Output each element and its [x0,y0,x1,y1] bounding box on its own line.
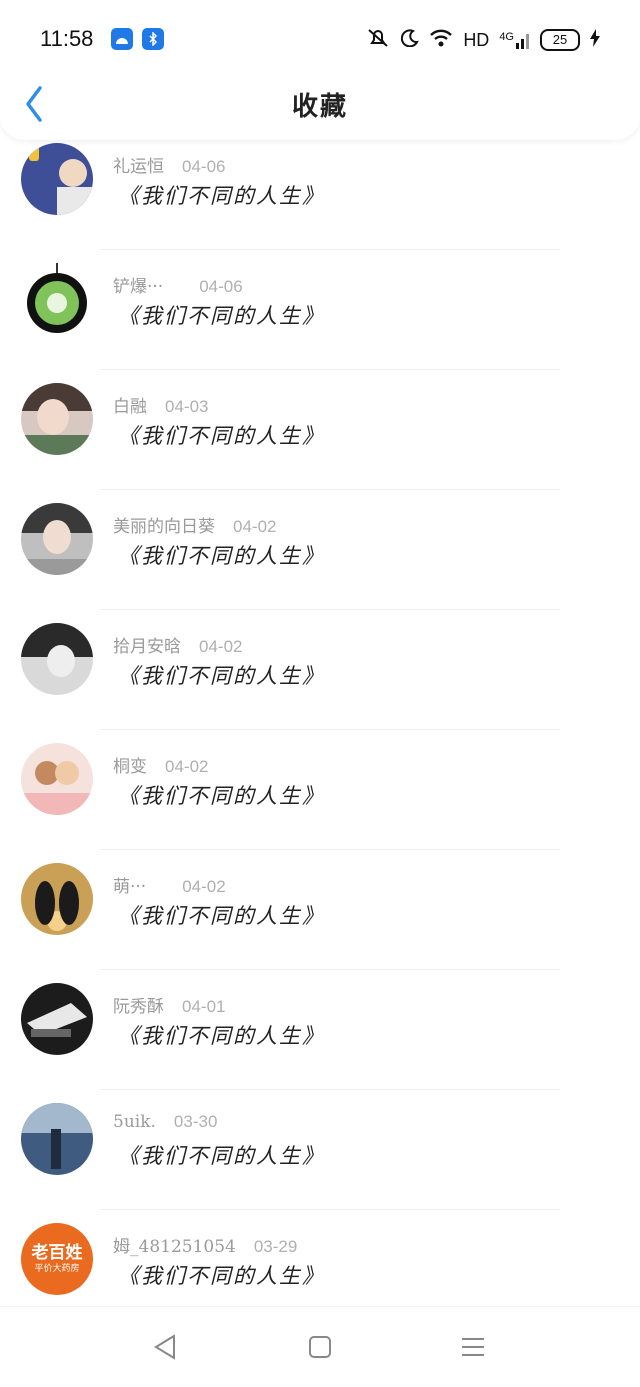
triangle-left-icon [154,1334,175,1360]
list-item[interactable]: 阮秀酥 04-01 《我们不同的人生》 [0,970,640,1090]
avatar[interactable] [21,263,93,335]
bluetooth-app-icon [142,28,164,50]
user-name: 美丽的向日葵 [113,517,215,537]
item-meta: 铲爆··· 04-06 [113,272,243,297]
avatar[interactable] [21,383,93,455]
system-nav-bar [0,1306,640,1387]
battery-icon: 25 [540,29,580,51]
page-title: 收藏 [291,92,348,122]
book-title: 《我们不同的人生》 [118,1024,325,1048]
item-date: 04-01 [182,997,226,1016]
user-name: 拾月安晗 [113,637,181,657]
book-title: 《我们不同的人生》 [118,304,325,328]
avatar[interactable] [21,143,93,215]
avatar[interactable] [21,503,93,575]
item-date: 04-02 [165,757,209,776]
book-title: 《我们不同的人生》 [118,1144,325,1168]
item-meta: 萌··· 04-02 [113,872,226,897]
user-name: 桐变 [113,757,147,777]
network-label: HD [463,29,490,50]
avatar[interactable] [21,623,93,695]
status-bar: 11:58 HD 4G 25 [0,20,640,60]
list-item[interactable]: 桐变 04-02 《我们不同的人生》 [0,730,640,850]
item-date: 04-03 [165,397,209,416]
item-meta: 5uik. 03-30 [113,1112,217,1136]
charging-icon [590,28,600,52]
navbar: 收藏 [0,72,640,136]
book-title: 《我们不同的人生》 [118,184,325,208]
item-date: 04-02 [182,877,226,896]
book-title: 《我们不同的人生》 [118,544,325,568]
android-icon [111,28,133,50]
user-name: 白融 [113,397,147,417]
avatar-logo-subtext: 平价大药房 [34,1264,80,1274]
signal-icon: 4G [499,31,530,49]
mute-icon [365,27,391,54]
item-date: 04-06 [199,277,243,296]
list-item[interactable]: 美丽的向日葵 04-02 《我们不同的人生》 [0,490,640,610]
item-date: 04-06 [182,157,226,176]
moon-icon [401,28,420,52]
avatar[interactable] [21,983,93,1055]
user-name: 5uik. [113,1112,156,1132]
list-item[interactable]: 5uik. 03-30 《我们不同的人生》 [0,1090,640,1210]
user-name: 姆_481251054 [113,1237,236,1257]
user-name: 阮秀酥 [113,997,164,1017]
item-meta: 白融 04-03 [113,392,209,417]
item-meta: 拾月安晗 04-02 [113,632,243,657]
item-date: 04-02 [199,637,243,656]
avatar-logo-text: 老百姓 [31,1243,83,1263]
item-meta: 美丽的向日葵 04-02 [113,512,277,537]
signal-type: 4G [499,31,514,43]
item-date: 04-02 [233,517,277,536]
list-item[interactable]: 白融 04-03 《我们不同的人生》 [0,370,640,490]
list-item[interactable]: 拾月安晗 04-02 《我们不同的人生》 [0,610,640,730]
avatar[interactable]: 老百姓 平价大药房 [21,1223,93,1295]
book-title: 《我们不同的人生》 [118,1264,325,1288]
square-icon [309,1336,331,1358]
nav-back-button[interactable] [152,1333,180,1361]
hamburger-icon [462,1338,484,1356]
wifi-icon [429,28,453,53]
book-title: 《我们不同的人生》 [118,904,325,928]
avatar[interactable] [21,863,93,935]
top-header: 11:58 HD 4G 25 收藏 [0,0,640,140]
nav-menu-button[interactable] [459,1333,487,1361]
book-title: 《我们不同的人生》 [118,664,325,688]
list-item[interactable]: 萌··· 04-02 《我们不同的人生》 [0,850,640,970]
user-name: 铲爆··· [113,277,164,297]
list-item[interactable]: 礼运恒 04-06 《我们不同的人生》 [0,130,640,250]
item-meta: 桐变 04-02 [113,752,209,777]
book-title: 《我们不同的人生》 [118,784,325,808]
item-meta: 礼运恒 04-06 [113,152,226,177]
nav-home-button[interactable] [306,1333,334,1361]
book-title: 《我们不同的人生》 [118,424,325,448]
user-name: 萌··· [113,877,147,897]
item-meta: 阮秀酥 04-01 [113,992,226,1017]
item-meta: 姆_481251054 03-29 [113,1232,298,1257]
status-icons: HD 4G 25 [365,26,600,54]
avatar[interactable] [21,743,93,815]
list-item[interactable]: 铲爆··· 04-06 《我们不同的人生》 [0,250,640,370]
avatar[interactable] [21,1103,93,1175]
user-name: 礼运恒 [113,157,164,177]
item-date: 03-30 [173,1112,218,1131]
item-date: 03-29 [253,1237,298,1256]
status-time: 11:58 [40,26,94,51]
